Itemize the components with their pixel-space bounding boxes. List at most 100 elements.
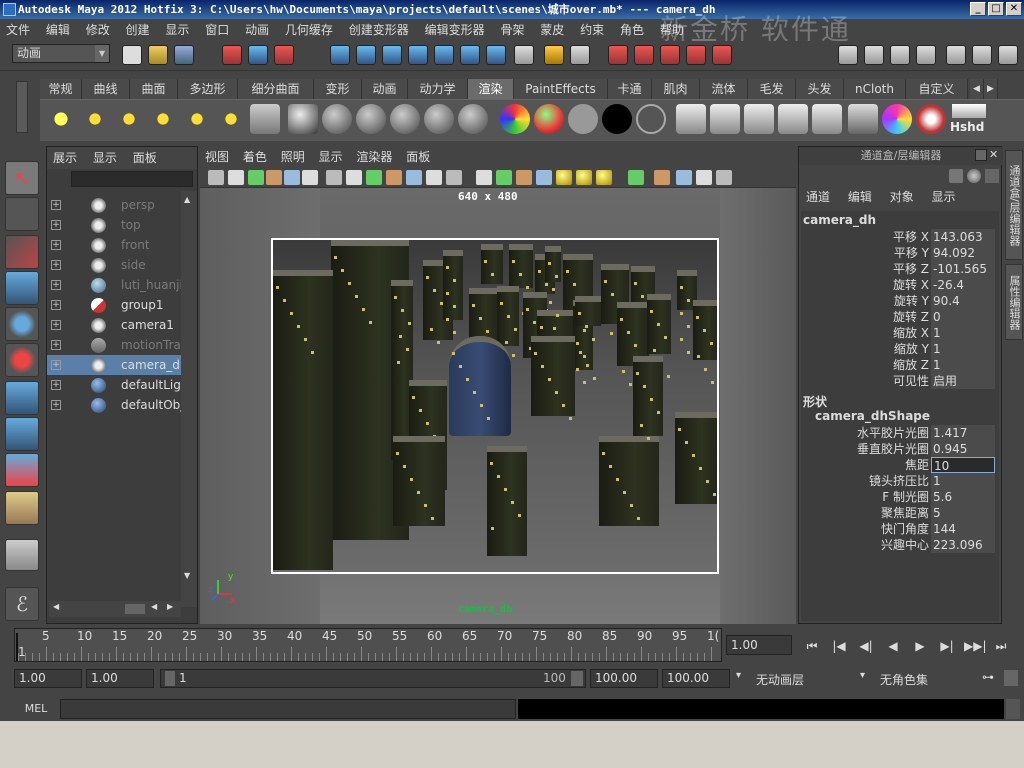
xray-joints-icon[interactable] <box>676 170 692 185</box>
channel-attr-value[interactable]: 启用 <box>931 373 995 389</box>
end-time-field[interactable]: 100.00 <box>662 669 730 688</box>
channel-attr-value[interactable]: -26.4 <box>931 277 995 293</box>
channel-attr-label[interactable]: 缩放 X <box>893 325 929 341</box>
shelf-tab-fluids[interactable]: 流体 <box>700 79 748 99</box>
expand-icon[interactable]: + <box>51 240 61 250</box>
shelf-tab-custom[interactable]: 自定义 <box>906 79 968 99</box>
channel-attr-value[interactable]: 1.417 <box>931 425 995 441</box>
use-all-lights-icon[interactable] <box>556 170 572 185</box>
char-set-arrow-icon[interactable]: ▾ <box>860 670 865 681</box>
last-tool-icon[interactable] <box>5 491 39 525</box>
shelf-tab-painteffects[interactable]: PaintEffects <box>514 79 608 99</box>
layout-single-icon[interactable] <box>838 45 858 65</box>
xray-active-icon[interactable] <box>696 170 712 185</box>
channel-attr-label[interactable]: 旋转 Z <box>893 309 929 325</box>
channel-box-edit-icon[interactable] <box>985 169 999 183</box>
paint-select-tool-icon[interactable] <box>5 235 39 269</box>
scroll-right-icon[interactable]: ▶ <box>167 602 173 611</box>
shelf-scroll-right-icon[interactable]: ▶ <box>984 79 998 99</box>
outliner-item-defaultobjectset[interactable]: + defaultObjectSet <box>47 395 181 415</box>
shelf-tab-muscle[interactable]: 肌肉 <box>652 79 700 99</box>
shelf-menu-icon[interactable] <box>16 81 28 133</box>
menu-skin[interactable]: 蒙皮 <box>534 19 570 41</box>
menu-display[interactable]: 显示 <box>159 19 195 41</box>
lock-icon[interactable] <box>544 45 564 65</box>
snap-curve-icon[interactable] <box>356 45 376 65</box>
camera-create-icon[interactable] <box>250 104 280 134</box>
ocean-shader-icon[interactable] <box>636 104 666 134</box>
outliner-item-motiontrail[interactable]: + motionTrail <box>47 335 181 355</box>
expand-icon[interactable]: + <box>51 360 61 370</box>
shelf-tab-deformation[interactable]: 变形 <box>314 79 362 99</box>
range-slider-right-handle[interactable] <box>571 671 583 686</box>
anim-layer-dropdown[interactable]: 无动画层 <box>756 671 804 688</box>
bookmarks-icon[interactable] <box>248 170 264 185</box>
quick-layout-icon[interactable]: ℰ <box>5 587 39 621</box>
snap-plane-icon[interactable] <box>408 45 428 65</box>
mel-toggle-button[interactable]: MEL <box>14 699 58 719</box>
expand-icon[interactable]: + <box>51 340 61 350</box>
time-slider[interactable]: 5 10 15 20 25 30 35 40 45 50 55 60 65 70 75 80 85 90 95 1( … <box>14 628 722 662</box>
outliner-horizontal-scrollbar[interactable]: ◀ ◀ ▶ <box>49 601 181 617</box>
select-object-icon[interactable] <box>248 45 268 65</box>
expand-icon[interactable]: + <box>51 300 61 310</box>
shelf-tab-dynamics[interactable]: 动力学 <box>408 79 468 99</box>
ramp-shader-icon[interactable] <box>500 104 530 134</box>
io-connection-icon[interactable] <box>570 45 590 65</box>
channel-attr-label[interactable]: 水平胶片光圈 <box>857 425 929 441</box>
channel-attr-value[interactable]: 10 <box>931 457 995 473</box>
camera-attributes-icon[interactable] <box>228 170 244 185</box>
scroll-thumb[interactable] <box>125 604 145 614</box>
snap-surface-icon[interactable] <box>434 45 454 65</box>
channel-attr-label[interactable]: 可见性 <box>893 373 929 389</box>
channel-attr-value[interactable]: 90.4 <box>931 293 995 309</box>
channel-box-layout-icon[interactable] <box>949 169 963 183</box>
layered-shader-icon[interactable] <box>458 104 488 134</box>
wireframe-icon[interactable] <box>476 170 492 185</box>
menu-skeleton[interactable]: 骨架 <box>494 19 530 41</box>
channel-attr-label[interactable]: 聚焦距离 <box>881 505 929 521</box>
attribute-editor-toggle-icon[interactable] <box>946 45 966 65</box>
expand-icon[interactable]: + <box>51 320 61 330</box>
outliner-menu-show[interactable]: 展示 <box>47 151 83 165</box>
channel-attr-label[interactable]: 平移 Y <box>894 245 929 261</box>
channel-attr-value[interactable]: 144 <box>931 521 995 537</box>
blinn-icon[interactable] <box>322 104 352 134</box>
render-current-shelf-icon[interactable] <box>710 104 740 134</box>
shelf-tab-toon[interactable]: 卡通 <box>608 79 652 99</box>
render-current-icon[interactable] <box>608 45 628 65</box>
safe-action-icon[interactable] <box>426 170 442 185</box>
help-icon[interactable] <box>514 45 534 65</box>
hypershade-small-icon[interactable] <box>952 104 986 118</box>
safe-title-icon[interactable] <box>446 170 462 185</box>
render-layer-icon[interactable] <box>848 104 878 134</box>
outliner-item-top[interactable]: + top <box>47 215 181 235</box>
soft-modification-icon[interactable] <box>5 417 39 451</box>
viewport-menu-show[interactable]: 显示 <box>314 150 348 164</box>
scroll-left-icon[interactable]: ◀ <box>53 602 59 611</box>
render-settings-shelf-icon[interactable] <box>778 104 808 134</box>
maximize-button[interactable]: □ <box>988 2 1004 16</box>
preferences-icon[interactable] <box>1004 670 1018 686</box>
viewport-menu-renderer[interactable]: 渲染器 <box>351 150 397 164</box>
channel-attr-value[interactable]: 1 <box>931 473 995 489</box>
close-button[interactable]: ✕ <box>1006 2 1022 16</box>
scroll-left2-icon[interactable]: ◀ <box>151 602 157 611</box>
channel-attr-value[interactable]: 0 <box>931 309 995 325</box>
menu-animate[interactable]: 动画 <box>239 19 275 41</box>
channel-menu-edit[interactable]: 编辑 <box>841 190 879 204</box>
phonge-icon[interactable] <box>390 104 420 134</box>
render-view-shelf-icon[interactable] <box>676 104 706 134</box>
menu-character[interactable]: 角色 <box>614 19 650 41</box>
select-camera-icon[interactable] <box>208 170 224 185</box>
directional-light-icon[interactable] <box>80 104 110 134</box>
channel-attr-label[interactable]: 旋转 X <box>893 277 929 293</box>
xray-icon[interactable] <box>628 170 644 185</box>
isolate-select-icon[interactable] <box>654 170 670 185</box>
outliner-menu-display[interactable]: 显示 <box>87 151 123 165</box>
expand-icon[interactable]: + <box>51 220 61 230</box>
play-forward-icon[interactable]: ▶ <box>910 636 930 656</box>
channel-attr-label[interactable]: 垂直胶片光圈 <box>857 441 929 457</box>
lambert-icon[interactable] <box>288 104 318 134</box>
channel-attr-label[interactable]: 缩放 Z <box>893 357 929 373</box>
